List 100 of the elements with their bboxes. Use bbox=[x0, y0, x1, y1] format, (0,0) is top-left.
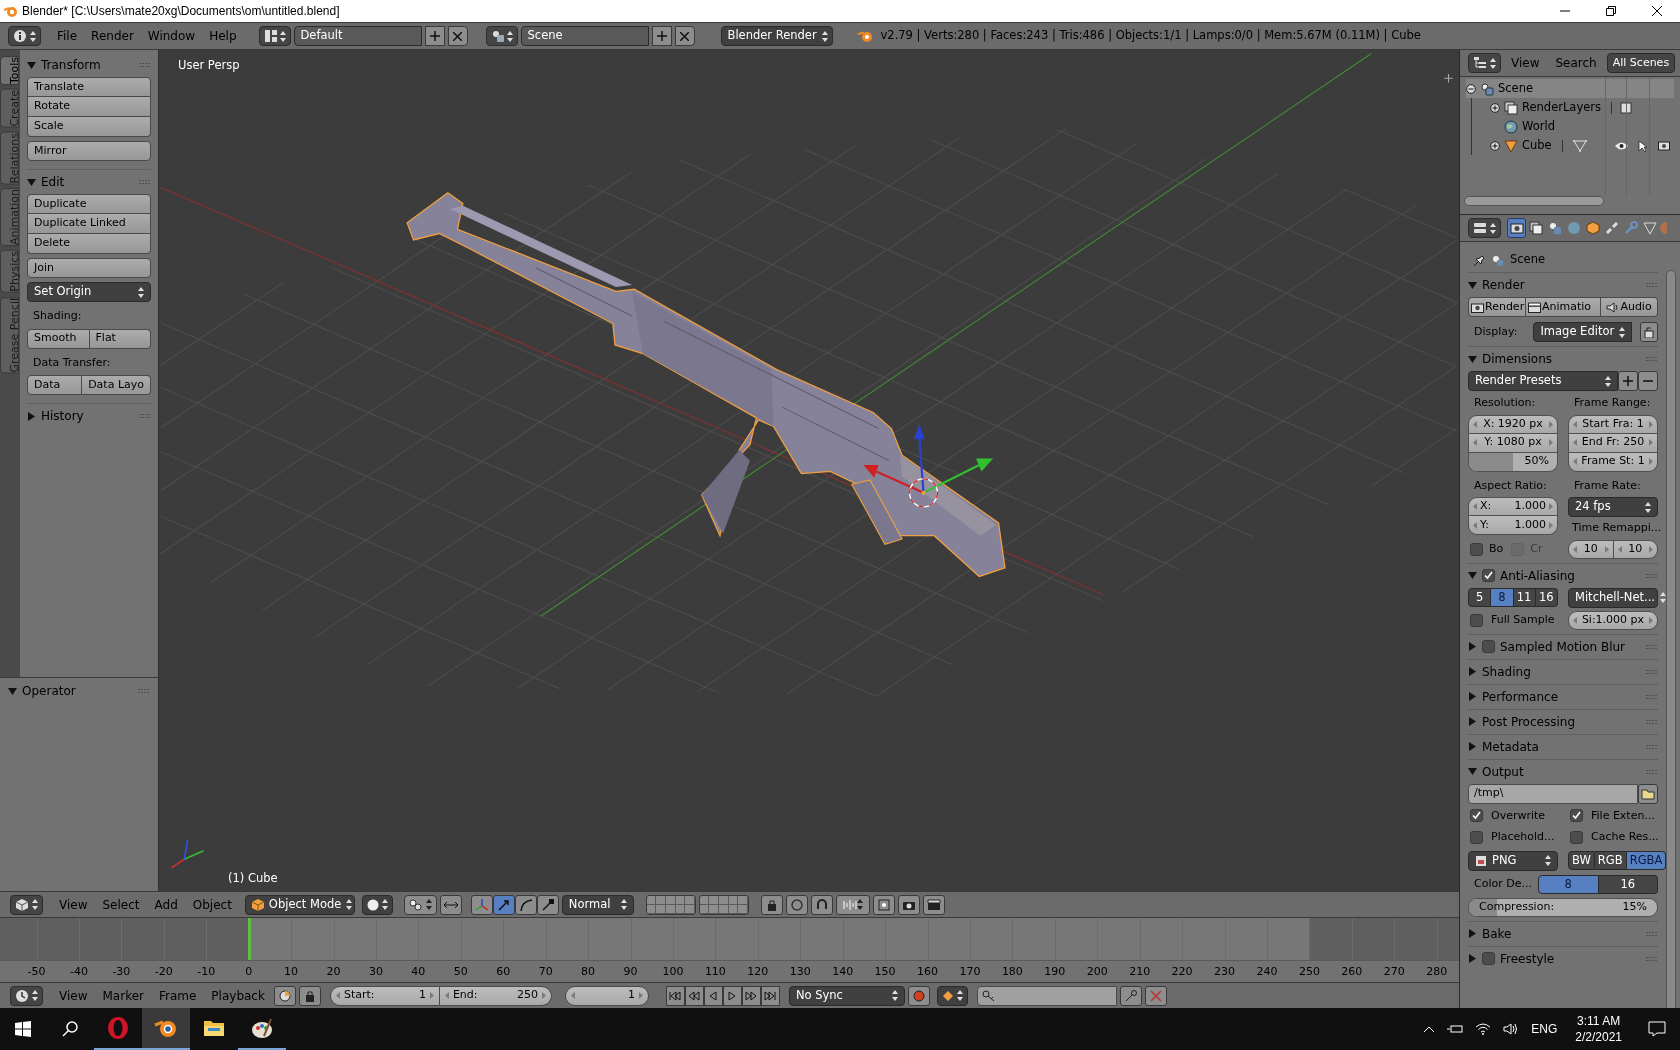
frame-rate-dropdown[interactable]: 24 fps bbox=[1568, 497, 1658, 517]
sync-dropdown[interactable]: No Sync bbox=[788, 985, 905, 1006]
frame-number: 180 bbox=[1001, 964, 1023, 980]
number-field[interactable]: Y: 1.000 bbox=[1468, 516, 1558, 535]
segment-button[interactable]: RGBA bbox=[1626, 850, 1667, 870]
tool-button[interactable]: Translate bbox=[27, 77, 151, 97]
panel-header[interactable]: Transform bbox=[27, 53, 151, 77]
panel-header[interactable]: Edit bbox=[27, 170, 151, 194]
segment-button[interactable]: BW bbox=[1568, 850, 1595, 870]
segment-button[interactable]: RGB bbox=[1594, 850, 1627, 870]
number-field[interactable]: 10 bbox=[1613, 539, 1658, 559]
panel-header[interactable]: Dimensions bbox=[1468, 347, 1658, 371]
outliner-row[interactable]: Cube bbox=[1490, 136, 1674, 155]
tool-button[interactable]: Scale bbox=[27, 117, 151, 137]
panel-header[interactable]: History bbox=[27, 404, 151, 428]
number-field[interactable]: X: 1.000 bbox=[1468, 497, 1558, 516]
outliner-row[interactable]: Scene bbox=[1466, 79, 1674, 98]
panel-header[interactable]: Bake bbox=[1468, 921, 1658, 946]
menu-item[interactable]: View bbox=[53, 985, 94, 1006]
clock-time[interactable]: 3:11 AM bbox=[1577, 1013, 1621, 1029]
frame-number: 50 bbox=[453, 964, 468, 980]
outliner-row[interactable]: RenderLayers bbox=[1490, 98, 1674, 117]
frame-number: 150 bbox=[874, 964, 896, 980]
tool-button[interactable]: Duplicate bbox=[27, 194, 151, 214]
menu-item[interactable]: Frame bbox=[152, 985, 203, 1006]
menu-item[interactable]: Help bbox=[203, 26, 243, 46]
panel-header[interactable]: Operator bbox=[8, 678, 150, 704]
field-label: Time Remappi... bbox=[1571, 520, 1658, 536]
checkbox-label: Cache Res... bbox=[1591, 829, 1659, 845]
render-action-button[interactable]: Render bbox=[1468, 297, 1526, 317]
panel-header[interactable]: Output bbox=[1468, 759, 1658, 784]
clock-date[interactable]: 2/2/2021 bbox=[1575, 1029, 1622, 1045]
menu-item[interactable]: View bbox=[53, 894, 94, 915]
outliner-item-label[interactable]: World bbox=[1522, 117, 1555, 136]
outliner-row[interactable]: World bbox=[1490, 117, 1674, 136]
segment-button[interactable]: 8 bbox=[1491, 587, 1514, 607]
menu-item[interactable]: Playback bbox=[205, 985, 271, 1006]
panel-header[interactable]: Post Processing bbox=[1468, 709, 1658, 734]
number-field[interactable]: 10 bbox=[1568, 539, 1614, 559]
menu-item[interactable]: Select bbox=[96, 894, 146, 915]
menu-item[interactable]: Object bbox=[186, 894, 238, 915]
tool-button[interactable]: Mirror bbox=[27, 141, 151, 161]
menu-item[interactable]: View bbox=[1505, 53, 1546, 73]
file-format-dropdown[interactable]: PNG bbox=[1468, 850, 1558, 871]
tool-button[interactable]: Rotate bbox=[27, 97, 151, 117]
menu-item[interactable]: File bbox=[51, 26, 84, 46]
menu-item[interactable]: Search bbox=[1549, 53, 1603, 73]
layout-name-field[interactable]: Default bbox=[293, 26, 422, 46]
tool-button[interactable]: Data Layo bbox=[82, 375, 151, 395]
tool-button[interactable]: Duplicate Linked bbox=[27, 214, 151, 234]
start-frame-field[interactable]: Start: 1 bbox=[329, 985, 440, 1006]
checkbox-label: File Exten... bbox=[1591, 807, 1655, 824]
tool-button[interactable]: Join bbox=[27, 258, 151, 278]
number-field[interactable]: Si:1.000 px bbox=[1568, 610, 1658, 630]
menu-item[interactable]: Window bbox=[141, 26, 202, 46]
segment-button[interactable]: 16 bbox=[1535, 587, 1558, 607]
presets-dropdown[interactable]: Render Presets bbox=[1468, 371, 1618, 391]
segment-button[interactable]: 11 bbox=[1513, 587, 1536, 607]
scene-name-field[interactable]: Scene bbox=[520, 26, 649, 46]
outliner-item-label[interactable]: RenderLayers bbox=[1522, 98, 1601, 117]
menu-item[interactable]: Marker bbox=[96, 985, 150, 1006]
number-field[interactable]: Y: 1080 px bbox=[1468, 433, 1558, 453]
outliner-item-label[interactable]: Cube bbox=[1522, 136, 1552, 155]
tool-button[interactable]: Flat bbox=[89, 328, 151, 349]
display-dropdown[interactable]: Image Editor bbox=[1533, 322, 1633, 342]
number-field[interactable]: Start Fra: 1 bbox=[1568, 414, 1658, 434]
panel-header[interactable]: Shading bbox=[1468, 659, 1658, 684]
render-action-button[interactable]: Animatio bbox=[1525, 297, 1602, 317]
current-frame-field[interactable]: 1 bbox=[564, 985, 649, 1006]
menu-item[interactable]: Render bbox=[85, 26, 140, 46]
frame-number: 30 bbox=[368, 964, 383, 980]
segment-button[interactable]: 5 bbox=[1468, 587, 1492, 607]
render-action-button[interactable]: Audio bbox=[1601, 297, 1658, 317]
tool-button[interactable]: Delete bbox=[27, 234, 151, 254]
panel-header[interactable]: Render bbox=[1468, 273, 1658, 297]
output-path-field[interactable]: /tmp\ bbox=[1468, 783, 1638, 804]
display-mode-dropdown[interactable]: All Scenes bbox=[1606, 53, 1676, 73]
panel-header[interactable]: Performance bbox=[1468, 684, 1658, 709]
tool-button[interactable]: Data bbox=[27, 375, 83, 395]
frame-number: 80 bbox=[581, 964, 596, 980]
field-label: Frame Range: bbox=[1573, 395, 1652, 411]
tool-tab[interactable]: Tools bbox=[0, 56, 19, 86]
set-origin-dropdown[interactable]: Set Origin bbox=[27, 282, 151, 302]
tool-button[interactable]: Smooth bbox=[27, 328, 90, 349]
render-engine-dropdown[interactable]: Blender Render bbox=[720, 26, 833, 46]
panel-header[interactable]: Sampled Motion Blur bbox=[1468, 634, 1658, 659]
mode-dropdown[interactable]: Object Mode bbox=[244, 894, 355, 915]
outliner-item-label[interactable]: Scene bbox=[1498, 79, 1534, 98]
segment-button[interactable]: 8 bbox=[1538, 874, 1599, 894]
segment-button[interactable]: 16 bbox=[1598, 874, 1658, 894]
language-indicator[interactable]: ENG bbox=[1531, 1020, 1558, 1038]
panel-header[interactable]: Freestyle bbox=[1468, 946, 1658, 971]
compression-slider[interactable]: Compression: 15% bbox=[1468, 897, 1658, 917]
number-field[interactable]: End Fr: 250 bbox=[1568, 433, 1658, 453]
orientation-dropdown[interactable]: Normal bbox=[561, 894, 634, 915]
end-frame-field[interactable]: End: 250 bbox=[439, 985, 552, 1006]
menu-item[interactable]: Add bbox=[148, 894, 184, 915]
number-field[interactable]: X: 1920 px bbox=[1468, 414, 1558, 434]
panel-header[interactable]: Anti-Aliasing bbox=[1468, 563, 1658, 588]
panel-header[interactable]: Metadata bbox=[1468, 734, 1658, 759]
